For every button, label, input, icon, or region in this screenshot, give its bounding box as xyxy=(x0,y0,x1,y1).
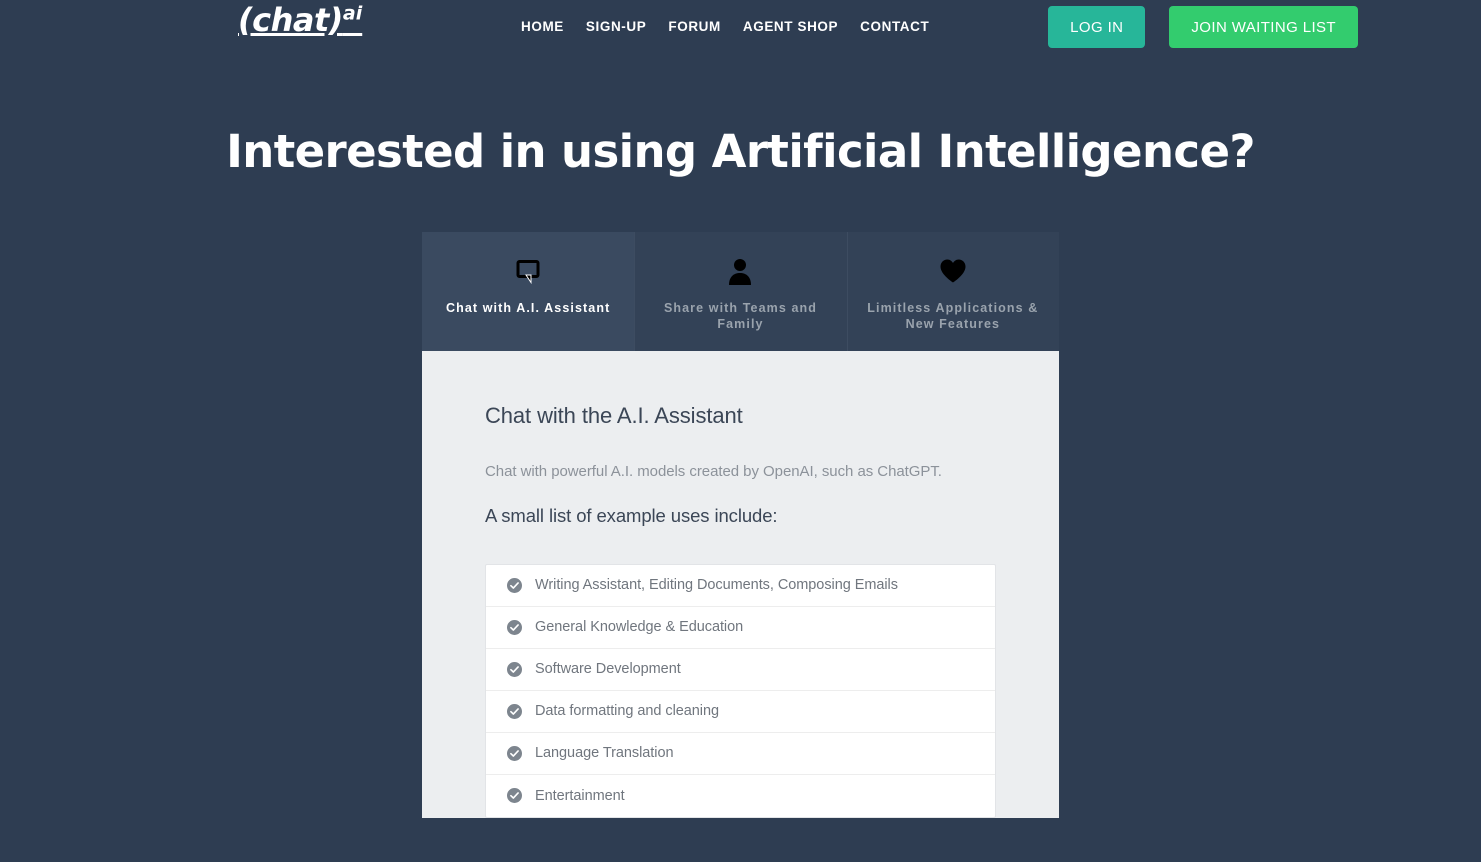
tab-share-with-teams-and-family[interactable]: Share with Teams and Family xyxy=(634,231,847,351)
nav-item-home[interactable]: HOME xyxy=(521,19,564,34)
nav-item-forum[interactable]: FORUM xyxy=(668,19,721,34)
nav-item-agent-shop[interactable]: AGENT SHOP xyxy=(743,19,838,34)
heart-icon xyxy=(939,256,967,286)
list-item-label: Data formatting and cleaning xyxy=(535,703,719,719)
logo-superscript: ai xyxy=(342,2,363,25)
nav-item-contact[interactable]: CONTACT xyxy=(860,19,929,34)
page-title: Interested in using Artificial Intellige… xyxy=(226,125,1255,178)
list-item-label: Entertainment xyxy=(535,787,625,804)
list-item-label: Writing Assistant, Editing Documents, Co… xyxy=(535,577,898,593)
list-item: Entertainment xyxy=(486,775,995,817)
speech-bubble-icon xyxy=(514,256,542,286)
feature-card: Chat with A.I. Assistant Share with Team… xyxy=(422,231,1059,818)
panel-description: Chat with powerful A.I. models created b… xyxy=(485,462,942,480)
tab-limitless-applications[interactable]: Limitless Applications & New Features xyxy=(846,231,1059,351)
example-uses-list: Writing Assistant, Editing Documents, Co… xyxy=(485,563,996,818)
main-navigation: HOME SIGN-UP FORUM AGENT SHOP CONTACT xyxy=(521,19,929,34)
list-item: Language Translation xyxy=(486,733,995,775)
person-icon xyxy=(727,256,753,286)
header-actions: LOG IN JOIN WAITING LIST xyxy=(1048,6,1358,48)
log-in-button[interactable]: LOG IN xyxy=(1048,6,1146,48)
panel-subtitle: A small list of example uses include: xyxy=(485,504,778,526)
logo-text: (chat) xyxy=(238,1,343,39)
list-item-label: Language Translation xyxy=(535,745,674,761)
check-circle-icon xyxy=(507,745,522,761)
list-item: Writing Assistant, Editing Documents, Co… xyxy=(486,565,995,607)
list-item-label: Software Development xyxy=(535,661,681,677)
tab-label: Chat with A.I. Assistant xyxy=(445,300,611,315)
nav-item-sign-up[interactable]: SIGN-UP xyxy=(586,19,646,34)
list-item: Data formatting and cleaning xyxy=(486,691,995,733)
check-circle-icon xyxy=(507,619,522,635)
check-circle-icon xyxy=(507,703,522,719)
tab-label: Limitless Applications & New Features xyxy=(867,300,1039,332)
check-circle-icon xyxy=(507,661,522,677)
list-item: General Knowledge & Education xyxy=(486,607,995,649)
site-header: (chat)ai HOME SIGN-UP FORUM AGENT SHOP C… xyxy=(0,0,1481,54)
panel-title: Chat with the A.I. Assistant xyxy=(485,402,743,428)
check-circle-icon xyxy=(507,577,522,593)
tab-bar: Chat with A.I. Assistant Share with Team… xyxy=(422,231,1059,351)
tab-label: Share with Teams and Family xyxy=(663,300,818,332)
tab-chat-with-ai-assistant[interactable]: Chat with A.I. Assistant xyxy=(422,231,635,351)
brand-logo[interactable]: (chat)ai xyxy=(238,4,362,36)
list-item: Software Development xyxy=(486,649,995,691)
check-circle-icon xyxy=(507,788,522,803)
list-item-label: General Knowledge & Education xyxy=(535,619,744,635)
tab-panel-chat-with-ai-assistant: Chat with the A.I. Assistant Chat with p… xyxy=(422,351,1059,818)
join-waiting-list-button[interactable]: JOIN WAITING LIST xyxy=(1169,6,1358,48)
